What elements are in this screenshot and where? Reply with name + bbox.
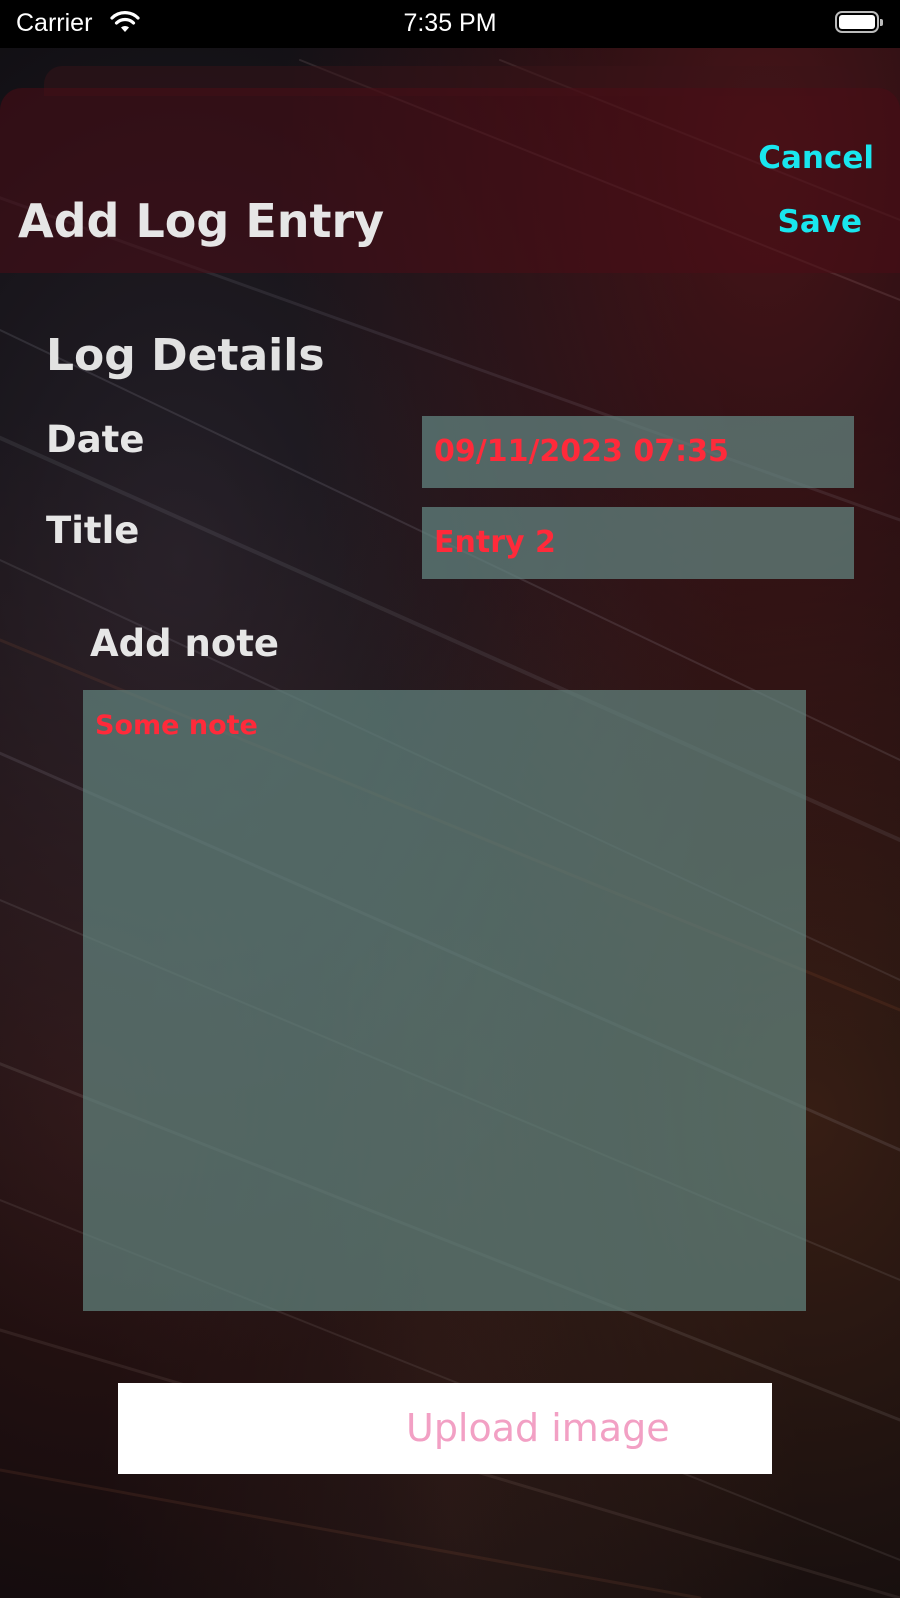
save-button[interactable]: Save xyxy=(778,204,862,240)
battery-nub xyxy=(880,19,883,26)
note-textarea[interactable]: Some note xyxy=(83,690,806,1311)
section-title: Log Details xyxy=(46,330,325,381)
page-title: Add Log Entry xyxy=(18,194,385,248)
upload-image-button[interactable]: Upload image xyxy=(118,1383,772,1474)
cancel-button[interactable]: Cancel xyxy=(758,140,874,176)
status-time: 7:35 PM xyxy=(403,9,497,37)
date-label: Date xyxy=(46,418,145,461)
date-field[interactable]: 09/11/2023 07:35 xyxy=(422,416,854,488)
note-label: Add note xyxy=(90,622,280,665)
title-field[interactable]: Entry 2 xyxy=(422,507,854,579)
status-bar: Carrier 7:35 PM xyxy=(0,0,900,48)
battery-level xyxy=(839,15,875,29)
battery-icon xyxy=(835,11,883,33)
title-label: Title xyxy=(46,509,140,552)
